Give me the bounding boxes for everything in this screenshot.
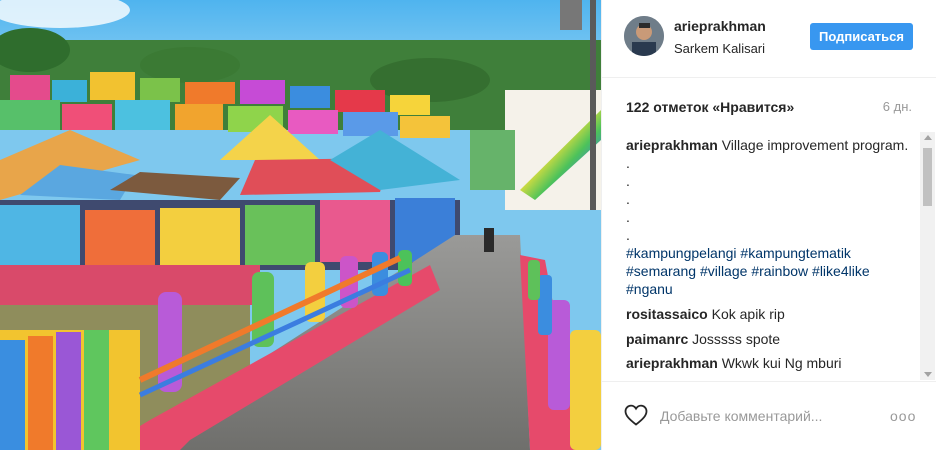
comments-scrollbar[interactable] [920, 132, 935, 380]
comment-text: Wkwk kui Ng mburi [721, 355, 842, 371]
hashtag-link[interactable]: #like4like [812, 263, 870, 279]
caption-dot: . [626, 155, 630, 171]
comment-username[interactable]: rositassaico [626, 306, 708, 322]
hashtag-link[interactable]: #kampungpelangi [626, 245, 737, 261]
post-photo[interactable] [0, 0, 601, 450]
scrollbar-thumb[interactable] [923, 148, 932, 206]
hashtags: #kampungpelangi #kampungtematik #semaran… [626, 244, 916, 298]
hashtag-link[interactable]: #rainbow [751, 263, 808, 279]
avatar[interactable] [624, 16, 664, 56]
comment-username[interactable]: paimanrc [626, 331, 688, 347]
comment-item: paimanrc Josssss spote [626, 330, 916, 348]
scroll-down-arrow-icon[interactable] [924, 372, 932, 377]
comment-item: rositassaico Kok apik rip [626, 305, 916, 323]
comment-footer: ooo [602, 381, 936, 450]
location-link[interactable]: Sarkem Kalisari [674, 41, 765, 56]
comment-username[interactable]: arieprakhman [626, 355, 718, 371]
post-header: arieprakhman Sarkem Kalisari Подписаться [602, 0, 936, 78]
more-options-icon[interactable]: ooo [890, 408, 916, 424]
username-link[interactable]: arieprakhman [674, 18, 766, 34]
caption-text: Village improvement program. [721, 137, 909, 153]
hashtag-link[interactable]: #nganu [626, 281, 673, 297]
post-time[interactable]: 6 дн. [883, 99, 912, 114]
caption-dot: . [626, 227, 630, 243]
hashtag-link[interactable]: #kampungtematik [740, 245, 851, 261]
heart-icon[interactable] [624, 404, 648, 426]
comment-text: Kok apik rip [711, 306, 785, 322]
caption-dot: . [626, 209, 630, 225]
caption-dot: . [626, 173, 630, 189]
comments-list[interactable]: arieprakhman Village improvement program… [626, 136, 916, 380]
hashtag-link[interactable]: #semarang [626, 263, 696, 279]
comment-text: Josssss spote [692, 331, 781, 347]
caption-dot: . [626, 191, 630, 207]
comment-input[interactable] [660, 406, 870, 426]
scroll-up-arrow-icon[interactable] [924, 135, 932, 140]
caption-username[interactable]: arieprakhman [626, 137, 718, 153]
hashtag-link[interactable]: #village [700, 263, 747, 279]
likes-count[interactable]: 122 отметок «Нравится» [626, 99, 794, 115]
avatar-image [624, 16, 664, 56]
post-side-panel: arieprakhman Sarkem Kalisari Подписаться… [601, 0, 936, 450]
rainbow-village-illustration [0, 0, 601, 450]
caption: arieprakhman Village improvement program… [626, 136, 916, 298]
follow-button[interactable]: Подписаться [810, 23, 913, 50]
comment-item: arieprakhman Wkwk kui Ng mburi [626, 354, 916, 372]
